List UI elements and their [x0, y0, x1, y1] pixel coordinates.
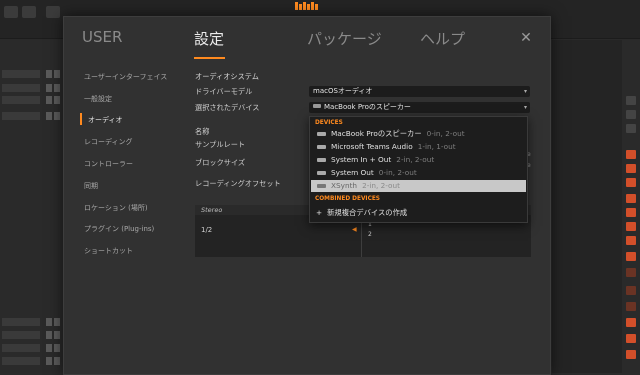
- tab-packages[interactable]: パッケージ: [307, 28, 382, 49]
- sample-rate-label: サンプルレート: [195, 140, 246, 149]
- background-track-row: [0, 344, 62, 352]
- devices-header: DEVICES: [315, 120, 343, 126]
- block-size-label: ブロックサイズ: [195, 158, 246, 167]
- app-logo: [295, 2, 319, 12]
- active-tab-indicator: [194, 57, 225, 59]
- audio-device-icon: [317, 145, 326, 149]
- selected-device-select[interactable]: MacBook Proのスピーカー ▾: [309, 102, 530, 113]
- audio-device-icon: [317, 184, 326, 188]
- sidebar-item-recording[interactable]: レコーディング: [84, 137, 133, 147]
- tab-help[interactable]: ヘルプ: [420, 28, 465, 49]
- background-clip: [626, 222, 636, 231]
- background-track-row: [0, 357, 62, 365]
- background-clip: [626, 236, 636, 245]
- background-clip: [626, 164, 636, 173]
- recording-offset-label: レコーディングオフセット: [195, 179, 281, 188]
- background-track-row: [0, 331, 62, 339]
- audio-device-icon: [313, 104, 321, 108]
- sidebar-item-locations[interactable]: ロケーション (場所): [84, 203, 148, 213]
- selected-device-value: MacBook Proのスピーカー: [324, 103, 411, 111]
- background-toolbar-button: [22, 6, 36, 18]
- background-track-row: [0, 112, 62, 120]
- background-clip: [626, 286, 636, 295]
- sidebar-item-sync[interactable]: 同期: [84, 181, 98, 191]
- background-clip: [626, 268, 636, 277]
- device-option[interactable]: System Out 0-in, 2-out: [311, 167, 526, 179]
- background-clip: [626, 110, 636, 119]
- plus-icon: +: [316, 208, 323, 217]
- background-right-panel: [552, 40, 622, 373]
- device-option[interactable]: Microsoft Teams Audio 1-in, 1-out: [311, 141, 526, 153]
- background-track-row: [0, 84, 62, 92]
- sidebar-item-shortcuts[interactable]: ショートカット: [84, 246, 133, 256]
- driver-model-select[interactable]: macOSオーディオ ▾: [309, 86, 530, 97]
- tab-user[interactable]: USER: [82, 28, 122, 46]
- settings-dialog: USER 設定 パッケージ ヘルプ ✕ ユーザーインターフェイス 一般設定 オー…: [63, 16, 551, 375]
- background-track-row: [0, 70, 62, 78]
- background-clip: [626, 318, 636, 327]
- chevron-down-icon: ▾: [523, 88, 527, 95]
- background-clip: [626, 252, 636, 261]
- chevron-down-icon: ▾: [523, 104, 527, 111]
- background-clip: [626, 302, 636, 311]
- create-aggregate-device-option[interactable]: + 新規複合デバイスの作成: [316, 208, 407, 218]
- sidebar-item-plugins[interactable]: プラグイン (Plug-ins): [84, 224, 154, 234]
- audio-device-icon: [317, 171, 326, 175]
- background-track-row: [0, 318, 62, 326]
- background-toolbar-button: [4, 6, 18, 18]
- combined-devices-header: COMBINED DEVICES: [315, 196, 380, 202]
- audio-device-icon: [317, 132, 326, 136]
- close-icon[interactable]: ✕: [519, 31, 533, 45]
- audio-device-icon: [317, 158, 326, 162]
- device-dropdown-menu: DEVICES MacBook Proのスピーカー 0-in, 2-out Mic…: [309, 116, 528, 223]
- channel-pair-label: 1/2: [201, 226, 213, 234]
- sidebar-item-general[interactable]: 一般設定: [84, 94, 112, 104]
- background-clip: [626, 150, 636, 159]
- sidebar-item-audio[interactable]: オーディオ: [88, 115, 123, 125]
- background-toolbar-button: [46, 6, 60, 18]
- device-option[interactable]: MacBook Proのスピーカー 0-in, 2-out: [311, 128, 526, 140]
- background-clip: [626, 194, 636, 203]
- background-clip: [626, 96, 636, 105]
- background-clip: [626, 208, 636, 217]
- sidebar-item-user-interface[interactable]: ユーザーインターフェイス: [84, 72, 167, 82]
- driver-model-value: macOSオーディオ: [313, 87, 373, 95]
- channel-number: 2: [368, 231, 372, 238]
- name-label: 名称: [195, 127, 210, 136]
- device-option[interactable]: System In + Out 2-in, 2-out: [311, 154, 526, 166]
- selected-device-label: 選択されたデバイス: [195, 103, 260, 112]
- background-clip: [626, 334, 636, 343]
- background-clip: [626, 124, 636, 133]
- sidebar-active-indicator: [80, 113, 82, 125]
- sidebar-item-controllers[interactable]: コントローラー: [84, 159, 133, 169]
- background-track-row: [0, 96, 62, 104]
- audio-system-heading: オーディオシステム: [195, 72, 259, 81]
- tab-settings[interactable]: 設定: [194, 28, 224, 49]
- background-clip: [626, 350, 636, 359]
- device-option-highlighted[interactable]: XSynth 2-in, 2-out: [311, 180, 526, 192]
- driver-model-label: ドライバーモデル: [195, 87, 253, 96]
- channel-arrow-icon[interactable]: ◀: [352, 226, 357, 233]
- background-clip: [626, 178, 636, 187]
